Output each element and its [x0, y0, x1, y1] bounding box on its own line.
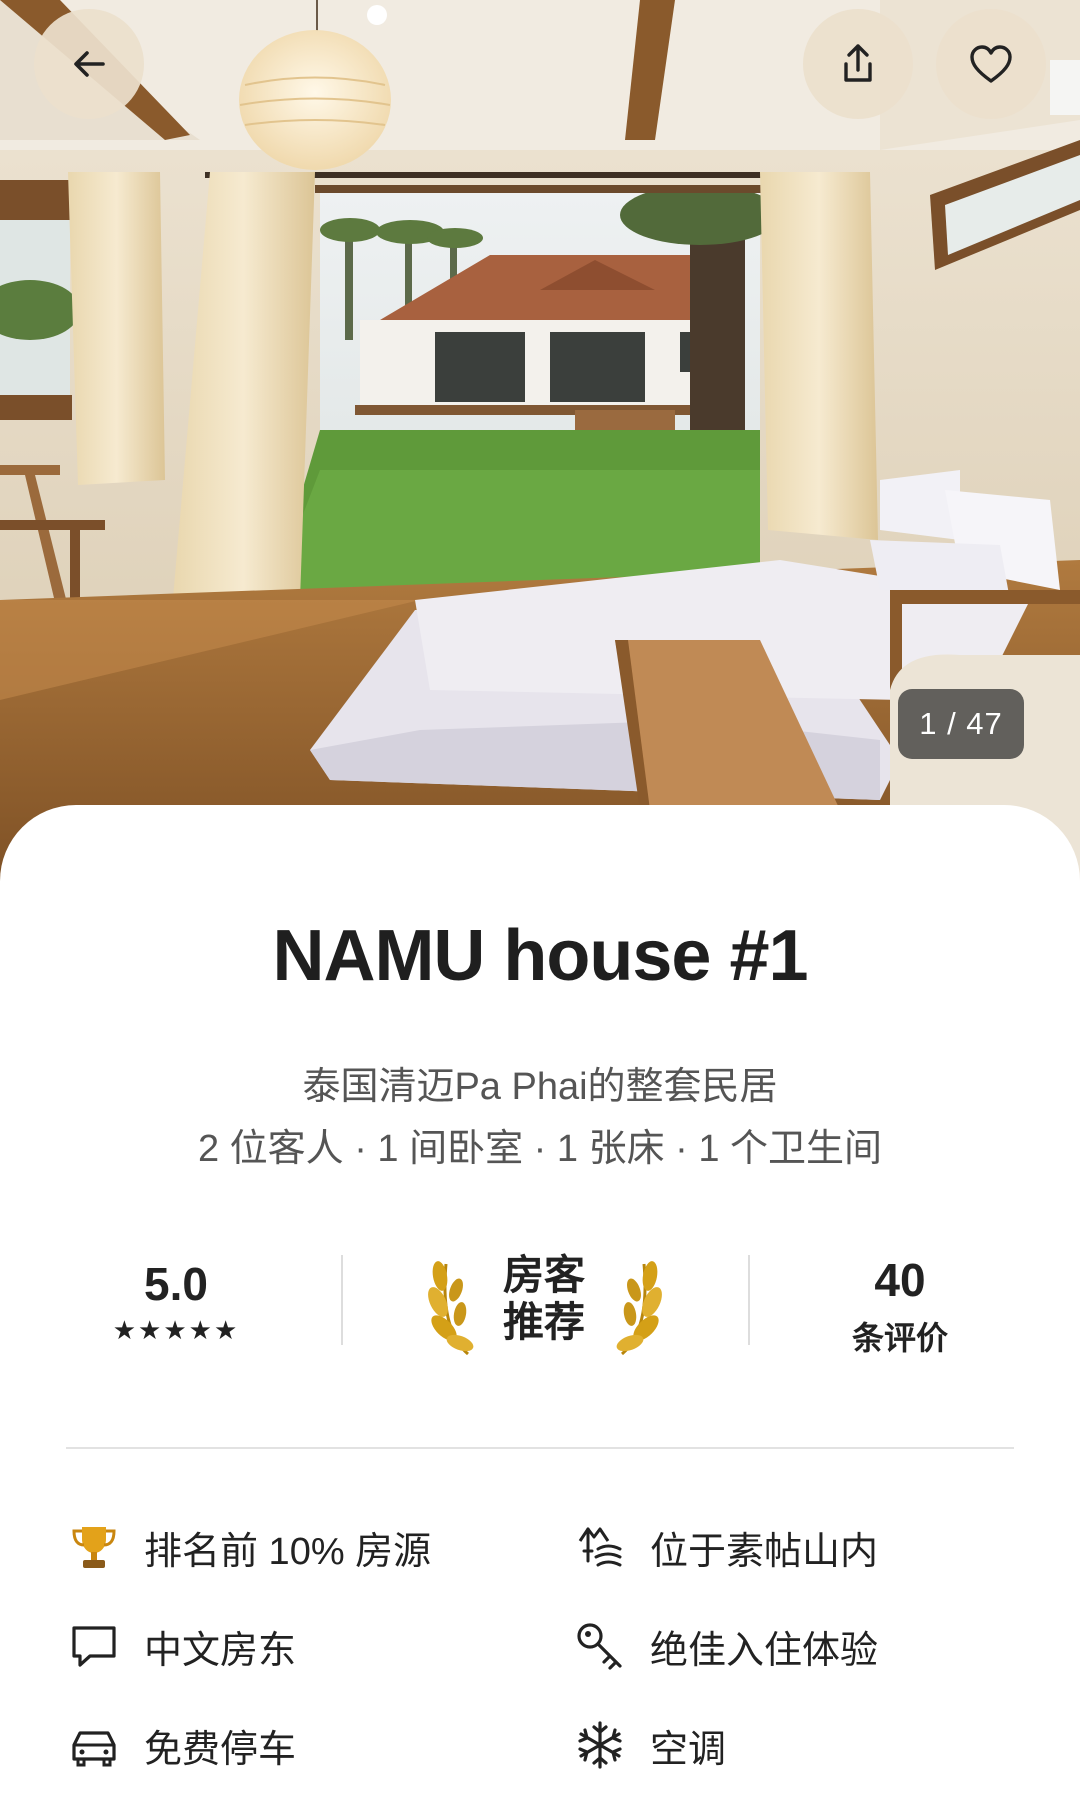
feature-location-mountain: 位于素帖山内: [572, 1517, 878, 1577]
chat-bubble-icon: [66, 1618, 122, 1674]
bedroom-photo: [0, 0, 1080, 900]
review-count[interactable]: 40: [800, 1253, 1000, 1307]
mountain-icon: [572, 1519, 628, 1575]
feature-top-10-percent: 排名前 10% 房源: [66, 1517, 431, 1577]
back-button[interactable]: [34, 9, 144, 119]
feature-label: 空调: [650, 1728, 727, 1771]
stats-divider: [341, 1255, 343, 1345]
heart-icon: [970, 45, 1012, 83]
arrow-left-icon: [74, 51, 105, 77]
star-rating: ★★★★★: [112, 1315, 240, 1345]
listing-photo[interactable]: 1 / 47: [0, 0, 1080, 900]
section-divider: [66, 1447, 1014, 1449]
laurel-right-icon: [616, 1261, 662, 1356]
feature-label: 绝佳入住体验: [650, 1629, 879, 1672]
feature-free-parking: 免费停车: [66, 1715, 296, 1775]
listing-title: NAMU house #1: [272, 916, 808, 996]
feature-label: 排名前 10% 房源: [144, 1530, 432, 1573]
trophy-icon: [66, 1519, 122, 1575]
stats-divider: [748, 1255, 750, 1345]
photo-counter: 1 / 47: [898, 689, 1024, 759]
badge-line-2: 推荐: [503, 1299, 585, 1345]
car-icon: [66, 1717, 122, 1773]
stats-row: 5.0 ★★★★★ 房客 推荐 40 条评价: [0, 1245, 1080, 1365]
key-icon: [572, 1618, 628, 1674]
guest-favorite-badge: 房客 推荐: [488, 1252, 600, 1346]
rating-value: 5.0: [144, 1258, 208, 1310]
feature-chinese-host: 中文房东: [66, 1616, 296, 1676]
snowflake-icon: [572, 1717, 628, 1773]
badge-line-1: 房客: [503, 1252, 585, 1298]
share-icon: [844, 44, 872, 82]
listing-location: 泰国清迈Pa Phai的整套民居: [302, 1066, 778, 1108]
listing-capacity: 2 位客人 · 1 间卧室 · 1 张床 · 1 个卫生间: [197, 1128, 883, 1170]
feature-label: 免费停车: [144, 1728, 297, 1771]
favorite-button[interactable]: [936, 9, 1046, 119]
review-count-label[interactable]: 条评价: [800, 1313, 1000, 1359]
laurel-left-icon: [428, 1261, 474, 1356]
feature-label: 位于素帖山内: [650, 1530, 879, 1573]
feature-great-checkin: 绝佳入住体验: [572, 1616, 878, 1676]
listing-info-sheet: NAMU house #1 泰国清迈Pa Phai的整套民居 2 位客人 · 1…: [0, 805, 1080, 1815]
feature-label: 中文房东: [144, 1629, 297, 1672]
share-button[interactable]: [803, 9, 913, 119]
feature-air-conditioning: 空调: [572, 1715, 726, 1775]
